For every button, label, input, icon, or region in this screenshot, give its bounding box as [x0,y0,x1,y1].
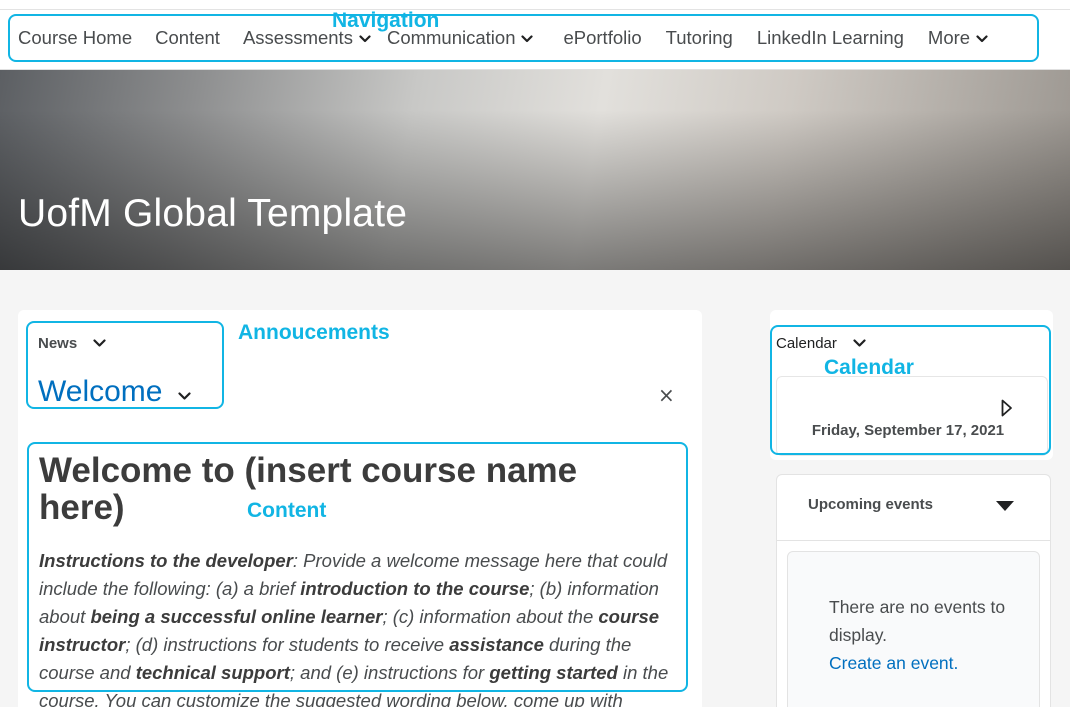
content-emphasis: being a successful online learner [90,606,383,627]
close-icon[interactable]: × [658,383,675,407]
content-emphasis: getting started [489,662,618,683]
next-day-arrow-icon[interactable] [1001,399,1013,417]
nav-item-tutoring[interactable]: Tutoring [666,27,733,49]
create-event-link[interactable]: Create an event. [829,649,1019,677]
content-text: ; (c) information about the [382,606,599,627]
nav-item-label: ePortfolio [563,27,642,48]
top-strip [0,0,1070,10]
content-text: ; and (e) instructions for [289,662,490,683]
chevron-down-icon [178,391,192,400]
upcoming-events-header[interactable]: Upcoming events [777,475,1050,541]
nav-item-more[interactable]: More [928,27,988,49]
nav-item-label: Content [155,27,220,48]
news-item-title: Welcome [38,375,163,408]
nav-item-label: Tutoring [665,27,733,48]
content-emphasis: introduction to the course [300,578,530,599]
content-emphasis: Instructions to the developer [39,550,293,571]
chevron-down-icon [359,35,371,43]
chevron-down-icon [976,35,988,43]
chevron-down-icon [93,339,106,347]
nav-item-course-home[interactable]: Course Home [18,27,132,49]
hero-shade [0,70,1070,270]
content-body: Instructions to the developer: Provide a… [39,547,689,707]
chevron-down-icon [853,339,866,347]
content-emphasis: technical support [135,662,290,683]
annotation-label-announcements: Annoucements [238,321,390,344]
upcoming-events-body: There are no events to display. Create a… [787,551,1040,707]
news-header-label: News [38,335,78,352]
nav-item-label: More [927,27,971,48]
calendar-header-label: Calendar [776,335,837,352]
calendar-date: Friday, September 17, 2021 [811,422,1005,439]
nav-item-content[interactable]: Content [155,27,220,49]
no-events-text: There are no events to display. [829,597,1006,645]
course-navbar: Course Home Content Assessments Communicati… [0,10,1070,70]
annotation-label-calendar: Calendar [824,356,914,379]
annotation-label-navigation: Navigation [332,9,440,32]
calendar-header[interactable]: Calendar [776,335,866,352]
nav-item-eportfolio[interactable]: ePortfolio [563,27,641,49]
news-item-welcome[interactable]: Welcome [38,375,192,409]
content-text: ; (d) instructions for students to recei… [125,634,450,655]
course-title: UofM Global Template [18,192,408,235]
content-emphasis: assistance [449,634,544,655]
upcoming-events-title: Upcoming events [808,496,934,513]
news-widget: News Welcome × Welcome to (insert course… [18,310,702,707]
calendar-widget: Calendar Friday, September 17, 2021 [770,310,1053,460]
upcoming-events-widget: Upcoming events There are no events to d… [776,474,1051,707]
chevron-down-icon [521,35,534,43]
hero-banner: UofM Global Template [0,70,1070,270]
news-header[interactable]: News [38,335,106,352]
content-title: Welcome to (insert course name here) [39,451,578,527]
calendar-day-view: Friday, September 17, 2021 [776,376,1048,456]
no-events-message: There are no events to display. Create a… [829,593,1019,677]
triangle-down-icon[interactable] [995,500,1015,512]
nav-item-label: LinkedIn Learning [756,27,904,48]
annotation-label-content: Content [247,499,327,522]
nav-item-linkedin-learning[interactable]: LinkedIn Learning [757,27,904,49]
nav-items: Course Home Content Assessments Communicati… [18,27,988,49]
nav-item-label: Course Home [18,27,133,48]
